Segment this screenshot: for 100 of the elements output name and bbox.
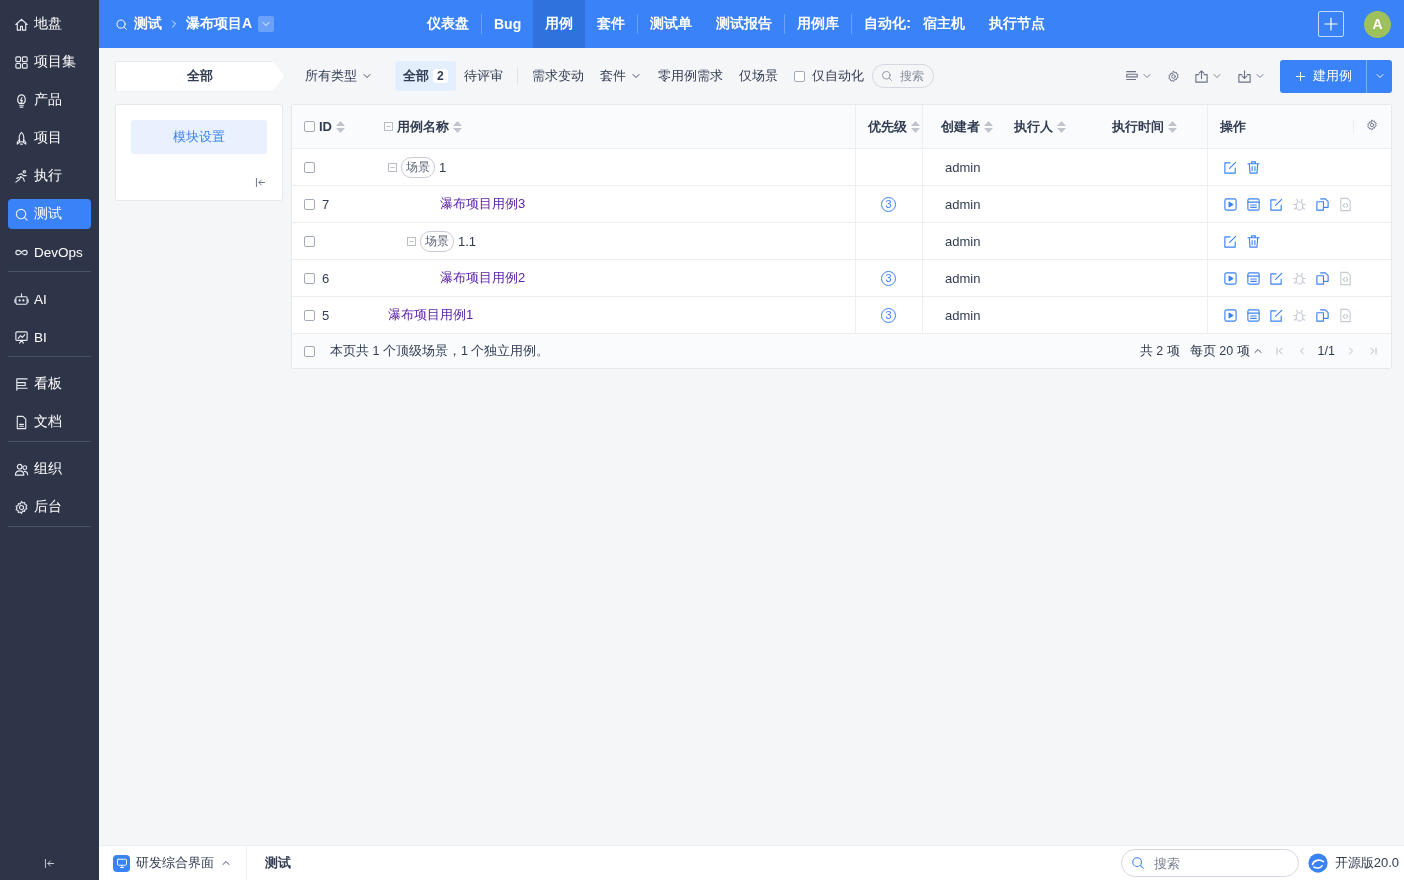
sidebar-item[interactable]: AI — [8, 284, 91, 314]
list-icon — [1246, 270, 1261, 286]
sidebar-item[interactable]: 地盘 — [8, 9, 91, 39]
filter-dropdown[interactable]: 套件 — [591, 61, 650, 91]
column-header[interactable]: 优先级 — [868, 117, 920, 136]
creator-cell-text: admin — [944, 159, 981, 175]
first-page-icon — [1273, 345, 1286, 357]
page-size-dropdown[interactable]: 每页 20 项 — [1189, 342, 1264, 360]
document-icon — [14, 414, 29, 430]
export-button[interactable] — [1194, 68, 1223, 84]
nav-tab[interactable]: 宿主机 — [910, 0, 977, 48]
collapse-all-toggle[interactable] — [384, 122, 393, 131]
sidebar-item[interactable]: 项目集 — [8, 47, 91, 77]
edit-icon — [1269, 270, 1284, 286]
collapse-toggle[interactable] — [407, 236, 416, 246]
runner-icon — [14, 168, 29, 184]
project-name[interactable]: 瀑布项目A — [186, 15, 253, 33]
collapse-toggle[interactable] — [388, 162, 397, 172]
nav-tab[interactable]: Bug — [482, 0, 534, 48]
nav-tab[interactable]: 测试报告 — [704, 0, 785, 48]
nav-tab[interactable]: 仪表盘 — [415, 0, 481, 48]
row-checkbox[interactable] — [304, 309, 315, 321]
column-header[interactable]: ID — [319, 119, 345, 134]
case-title-link[interactable]: 瀑布项目用例3 — [440, 195, 526, 213]
add-button[interactable] — [1318, 11, 1344, 37]
version-label[interactable]: 开源版20.0 — [1334, 854, 1399, 872]
chart-board-icon — [14, 329, 29, 345]
sidebar-item[interactable]: 测试 — [8, 199, 91, 229]
sort-icon[interactable] — [453, 120, 462, 133]
sidebar-item[interactable]: 项目 — [8, 123, 91, 153]
sort-icon[interactable] — [1168, 120, 1177, 133]
breadcrumb-text[interactable]: 测试 — [247, 854, 291, 872]
sidebar-item[interactable]: 产品 — [8, 85, 91, 115]
list-icon — [1246, 196, 1261, 212]
project-dropdown[interactable] — [258, 16, 275, 32]
play-icon — [1223, 270, 1238, 286]
column-header[interactable]: 操作 — [1220, 117, 1246, 136]
display-settings-button[interactable] — [1125, 69, 1153, 83]
nav-tab[interactable]: 套件 — [585, 0, 638, 48]
total-count: 共 2 项 — [1139, 342, 1180, 360]
case-title-link[interactable]: 瀑布项目用例2 — [440, 269, 526, 287]
sort-icon[interactable] — [336, 120, 345, 133]
settings-icon — [1167, 69, 1180, 83]
swirl-logo-icon — [1306, 852, 1329, 874]
sidebar-item[interactable]: 后台 — [8, 492, 91, 522]
row-checkbox[interactable] — [304, 272, 315, 284]
gear-icon — [14, 499, 29, 515]
scene-tag: 场景 — [401, 156, 435, 178]
summary-text: 本页共 1 个顶级场景，1 个独立用例。 — [330, 342, 550, 360]
column-header[interactable]: 执行时间 — [1112, 117, 1177, 136]
search-field[interactable]: 搜索 — [871, 64, 934, 88]
checkbox[interactable] — [793, 70, 805, 82]
import-icon — [1237, 68, 1252, 84]
footer-checkbox[interactable] — [304, 345, 315, 357]
sort-icon[interactable] — [984, 120, 993, 133]
sort-icon[interactable] — [911, 120, 920, 133]
nav-tab[interactable]: 测试单 — [638, 0, 705, 48]
monitor-icon — [115, 857, 128, 869]
page-indicator: 1/1 — [1317, 344, 1335, 358]
id-cell: 5 — [322, 307, 330, 323]
global-search-field[interactable]: 搜索 — [1120, 849, 1299, 877]
sidebar-item[interactable]: 执行 — [8, 161, 91, 191]
status-tab[interactable]: 待评审 — [455, 61, 511, 91]
breadcrumb-link[interactable]: 测试 — [134, 15, 162, 33]
creator-cell-text: admin — [944, 270, 981, 286]
status-tab[interactable]: 全部 2 — [395, 61, 456, 91]
creator-cell-text: admin — [944, 233, 981, 249]
search-icon — [14, 206, 29, 222]
import-button[interactable] — [1237, 68, 1266, 84]
export-icon — [1194, 68, 1209, 84]
sidebar-item[interactable]: BI — [8, 322, 91, 352]
nav-tab[interactable]: 执行节点 — [976, 0, 1057, 48]
sidebar-item[interactable]: 组织 — [8, 454, 91, 484]
board-icon — [14, 376, 29, 392]
filter-tab[interactable]: 仅场景 — [730, 61, 786, 91]
sort-icon[interactable] — [1057, 120, 1066, 133]
sidebar-item[interactable]: 看板 — [8, 369, 91, 399]
row-checkbox[interactable] — [304, 198, 315, 210]
app-switcher[interactable]: 研发综合界面 — [99, 846, 247, 880]
checkbox-label[interactable]: 仅自动化 — [811, 67, 864, 85]
module-tab[interactable]: 全部 — [115, 60, 285, 92]
sidebar-item[interactable]: DevOps — [8, 237, 91, 267]
nav-tab[interactable]: 用例 — [533, 0, 586, 48]
nav-tab[interactable]: 用例库 — [785, 0, 852, 48]
search-icon — [115, 17, 128, 31]
filter-tab[interactable]: 需求变动 — [523, 61, 592, 91]
type-filter-dropdown[interactable]: 所有类型 — [297, 61, 381, 91]
row-checkbox[interactable] — [304, 161, 315, 173]
people-icon — [14, 461, 29, 477]
row-checkbox[interactable] — [304, 235, 315, 247]
sidebar-item[interactable]: 文档 — [8, 407, 91, 437]
filter-tab[interactable]: 零用例需求 — [649, 61, 731, 91]
column-header[interactable]: 创建者 — [935, 117, 993, 136]
play-icon — [1223, 196, 1238, 212]
column-header[interactable]: 用例名称 — [397, 117, 462, 136]
align-icon — [1125, 69, 1139, 83]
code-file-icon — [1338, 307, 1353, 323]
column-header[interactable]: 执行人 — [1014, 117, 1066, 136]
select-all-checkbox[interactable] — [304, 121, 315, 132]
case-title-link[interactable]: 瀑布项目用例1 — [388, 306, 474, 324]
